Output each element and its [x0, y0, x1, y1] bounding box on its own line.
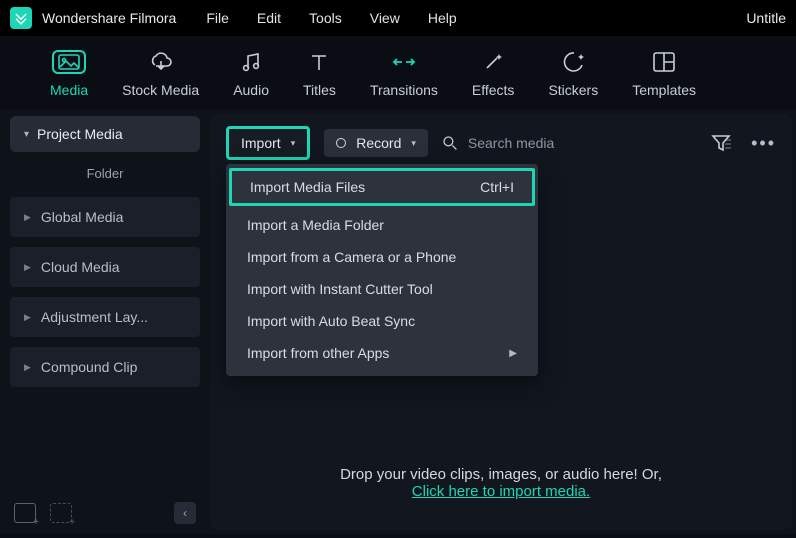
chevron-down-icon: ▾ — [291, 138, 296, 149]
menu-item-label: Import from other Apps — [247, 345, 389, 361]
sidebar-item-label: Cloud Media — [41, 259, 120, 275]
tab-transitions-label: Transitions — [370, 82, 438, 98]
search-input[interactable] — [468, 135, 648, 151]
tab-audio-label: Audio — [233, 82, 269, 98]
menu-help[interactable]: Help — [428, 10, 457, 26]
chevron-down-icon: ▾ — [411, 138, 416, 149]
titlebar: Wondershare Filmora File Edit Tools View… — [0, 0, 796, 36]
submenu-arrow-icon: ▶ — [509, 348, 517, 359]
menu-item-label: Import Media Files — [250, 179, 365, 195]
sidebar-header-label: Project Media — [37, 126, 123, 142]
record-button-label: Record — [356, 135, 401, 151]
cloud-download-icon — [148, 50, 174, 74]
menu-item-label: Import a Media Folder — [247, 217, 384, 233]
sidebar-item-global-media[interactable]: ▶ Global Media — [10, 197, 200, 237]
sidebar-item-label: Global Media — [41, 209, 124, 225]
sidebar-item-adjustment-layer[interactable]: ▶ Adjustment Lay... — [10, 297, 200, 337]
tab-stock-label: Stock Media — [122, 82, 199, 98]
filter-icon[interactable] — [711, 134, 731, 152]
chevron-right-icon: ▶ — [24, 262, 31, 273]
text-icon — [309, 50, 329, 74]
import-from-other-apps-item[interactable]: Import from other Apps ▶ — [229, 337, 535, 369]
import-media-files-item[interactable]: Import Media Files Ctrl+I — [229, 168, 535, 206]
tab-templates-label: Templates — [632, 82, 696, 98]
menu-item-label: Import with Instant Cutter Tool — [247, 281, 433, 297]
collapse-sidebar-button[interactable]: ‹ — [174, 502, 196, 524]
import-button[interactable]: Import ▾ — [226, 126, 310, 160]
content-toolbar: Import ▾ Record ▾ ••• — [210, 114, 792, 170]
menu-item-shortcut: Ctrl+I — [480, 179, 514, 195]
wand-icon — [482, 50, 504, 74]
import-auto-beat-sync-item[interactable]: Import with Auto Beat Sync — [229, 305, 535, 337]
tab-titles-label: Titles — [303, 82, 336, 98]
tab-media-label: Media — [50, 82, 88, 98]
menubar: File Edit Tools View Help — [206, 10, 746, 26]
toolbar-right: ••• — [711, 133, 776, 154]
content-area: Import ▾ Record ▾ ••• Import Media Files… — [210, 114, 792, 530]
tab-stickers-label: Stickers — [548, 82, 598, 98]
tab-templates[interactable]: Templates — [632, 50, 696, 98]
app-name: Wondershare Filmora — [42, 10, 176, 26]
record-button[interactable]: Record ▾ — [324, 129, 428, 157]
sidebar-header[interactable]: ▾ Project Media — [10, 116, 200, 152]
media-icon — [52, 50, 86, 74]
chevron-right-icon: ▶ — [24, 212, 31, 223]
import-instant-cutter-item[interactable]: Import with Instant Cutter Tool — [229, 273, 535, 305]
tab-stickers[interactable]: Stickers — [548, 50, 598, 98]
tab-audio[interactable]: Audio — [233, 50, 269, 98]
chevron-right-icon: ▶ — [24, 312, 31, 323]
sidebar-item-label: Adjustment Lay... — [41, 309, 148, 325]
tab-stock-media[interactable]: Stock Media — [122, 50, 199, 98]
menu-item-label: Import from a Camera or a Phone — [247, 249, 456, 265]
record-icon — [336, 138, 346, 148]
new-bin-button[interactable] — [50, 503, 72, 523]
import-from-camera-item[interactable]: Import from a Camera or a Phone — [229, 241, 535, 273]
tab-titles[interactable]: Titles — [303, 50, 336, 98]
templates-icon — [653, 50, 675, 74]
chevron-down-icon: ▾ — [24, 129, 29, 140]
import-dropdown: Import Media Files Ctrl+I Import a Media… — [226, 164, 538, 376]
tab-transitions[interactable]: Transitions — [370, 50, 438, 98]
sidebar-item-cloud-media[interactable]: ▶ Cloud Media — [10, 247, 200, 287]
menu-file[interactable]: File — [206, 10, 229, 26]
menu-item-label: Import with Auto Beat Sync — [247, 313, 415, 329]
sidebar-item-label: Compound Clip — [41, 359, 138, 375]
tab-effects-label: Effects — [472, 82, 515, 98]
import-media-folder-item[interactable]: Import a Media Folder — [229, 209, 535, 241]
folder-label: Folder — [10, 152, 200, 187]
import-button-label: Import — [241, 135, 281, 151]
transitions-icon — [391, 50, 417, 74]
main-area: ▾ Project Media Folder ▶ Global Media ▶ … — [0, 110, 796, 534]
sidebar-footer: ‹ — [10, 494, 200, 528]
sidebar: ▾ Project Media Folder ▶ Global Media ▶ … — [0, 110, 210, 534]
stickers-icon — [562, 50, 584, 74]
sidebar-item-compound-clip[interactable]: ▶ Compound Clip — [10, 347, 200, 387]
tab-effects[interactable]: Effects — [472, 50, 515, 98]
new-folder-button[interactable] — [14, 503, 36, 523]
more-options-button[interactable]: ••• — [751, 133, 776, 154]
menu-tools[interactable]: Tools — [309, 10, 342, 26]
drop-area[interactable]: Drop your video clips, images, or audio … — [210, 466, 792, 500]
menu-edit[interactable]: Edit — [257, 10, 281, 26]
import-media-link[interactable]: Click here to import media. — [412, 483, 590, 500]
music-note-icon — [240, 50, 262, 74]
search-icon — [442, 135, 458, 151]
menu-view[interactable]: View — [370, 10, 400, 26]
tooltabs: Media Stock Media Audio Titles Transitio… — [0, 36, 796, 110]
drop-area-text: Drop your video clips, images, or audio … — [210, 466, 792, 483]
search-box[interactable] — [442, 135, 697, 151]
chevron-right-icon: ▶ — [24, 362, 31, 373]
app-logo-icon — [10, 7, 32, 29]
tab-media[interactable]: Media — [50, 50, 88, 98]
document-title: Untitle — [746, 10, 786, 26]
